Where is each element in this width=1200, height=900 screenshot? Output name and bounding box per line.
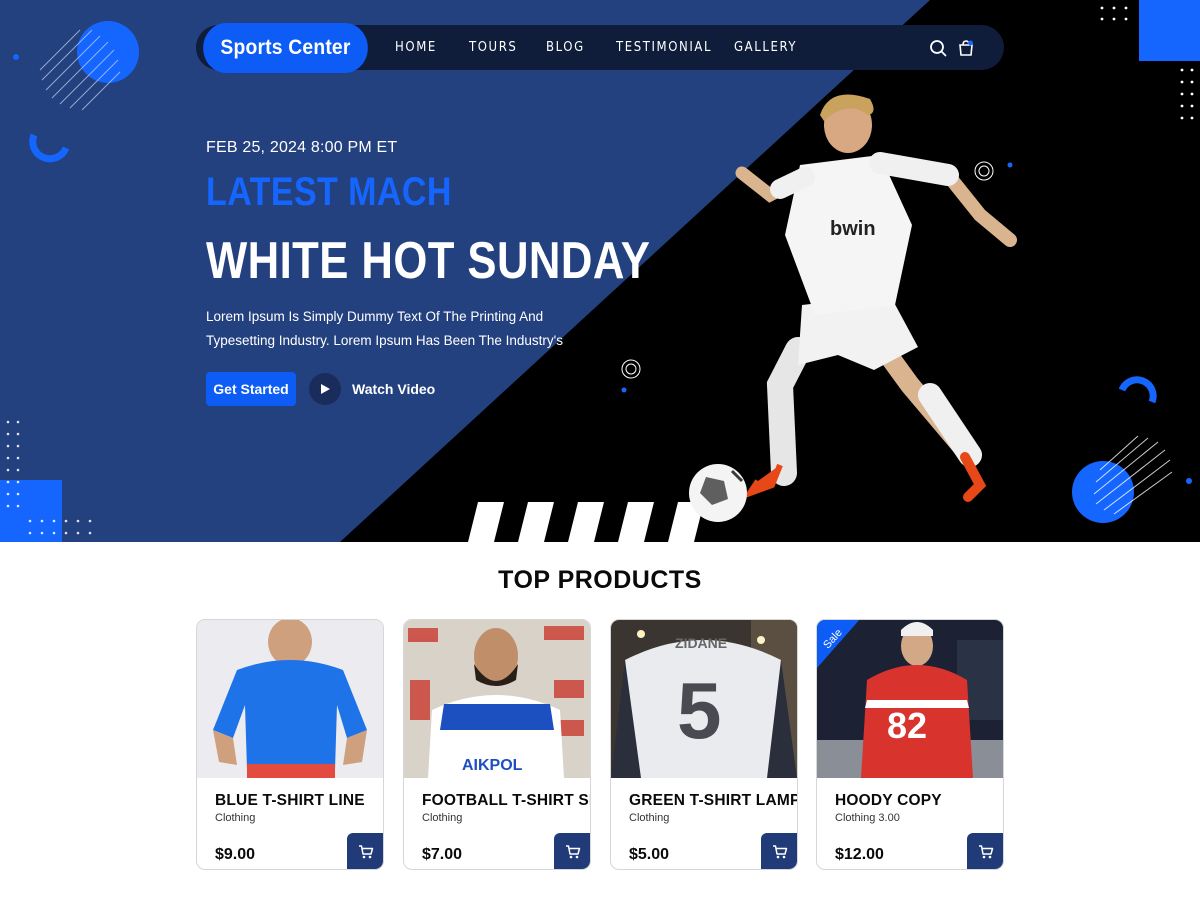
add-to-cart-button[interactable] bbox=[554, 833, 590, 869]
product-name: HOODY COPY bbox=[835, 792, 942, 809]
cart-icon bbox=[772, 844, 787, 858]
nav-tours[interactable]: TOURS bbox=[469, 40, 517, 55]
product-image bbox=[197, 620, 383, 778]
product-name: FOOTBALL T-SHIRT SPAIN bbox=[422, 792, 590, 809]
svg-text:82: 82 bbox=[887, 705, 927, 746]
add-to-cart-button[interactable] bbox=[761, 833, 797, 869]
section-title: TOP PRODUCTS bbox=[498, 566, 702, 594]
product-card[interactable]: 82 Sale HOODY COPY Clothing 3.00 $12.00 bbox=[816, 619, 1004, 870]
cart-icon bbox=[358, 844, 373, 858]
product-category: Clothing bbox=[629, 812, 670, 824]
hero-headline: WHITE HOT SUNDAY bbox=[206, 232, 651, 290]
svg-text:ZIDANE: ZIDANE bbox=[675, 635, 727, 651]
product-price: $5.00 bbox=[629, 846, 670, 863]
svg-text:bwin: bwin bbox=[830, 218, 876, 240]
product-name: GREEN T-SHIRT LAMP bbox=[629, 792, 798, 809]
nav-blog[interactable]: BLOG bbox=[546, 40, 585, 55]
product-name: BLUE T-SHIRT LINE bbox=[215, 792, 365, 809]
product-price: $9.00 bbox=[215, 846, 256, 863]
cart-icon[interactable] bbox=[957, 39, 975, 57]
hero-eyebrow: LATEST MACH bbox=[206, 170, 452, 214]
product-card[interactable]: BLUE T-SHIRT LINE Clothing $9.00 bbox=[196, 619, 384, 870]
nav-testimonial[interactable]: TESTIMONIAL bbox=[616, 40, 712, 55]
hero-description: Lorem Ipsum Is Simply Dummy Text Of The … bbox=[206, 309, 563, 348]
cart-icon bbox=[978, 844, 993, 858]
product-category: Clothing 3.00 bbox=[835, 812, 900, 824]
football-player-image: bwin bbox=[689, 94, 1017, 522]
product-category: Clothing bbox=[422, 812, 463, 824]
site-logo[interactable]: Sports Center bbox=[203, 23, 368, 73]
product-price: $7.00 bbox=[422, 846, 463, 863]
sale-badge: Sale bbox=[817, 620, 886, 689]
add-to-cart-button[interactable] bbox=[967, 833, 1003, 869]
search-icon[interactable] bbox=[929, 39, 947, 57]
svg-text:AIKPOL: AIKPOL bbox=[462, 757, 523, 774]
product-price: $12.00 bbox=[835, 846, 884, 863]
cart-icon bbox=[565, 844, 580, 858]
product-image: AIKPOL bbox=[404, 620, 590, 778]
watch-video-link[interactable]: Watch Video bbox=[352, 381, 435, 397]
product-category: Clothing bbox=[215, 812, 256, 824]
product-card[interactable]: ZIDANE 5 GREEN T-SHIRT LAMP Clothing $5.… bbox=[610, 619, 798, 870]
nav-gallery[interactable]: GALLERY bbox=[734, 40, 797, 55]
product-card[interactable]: AIKPOL FOOTBALL T-SHIRT SPAIN Clothing $… bbox=[403, 619, 591, 870]
event-date: FEB 25, 2024 8:00 PM ET bbox=[206, 139, 398, 156]
add-to-cart-button[interactable] bbox=[347, 833, 383, 869]
get-started-button[interactable]: Get Started bbox=[206, 372, 296, 406]
nav-home[interactable]: HOME bbox=[395, 40, 437, 55]
play-video-button[interactable] bbox=[309, 373, 341, 405]
play-icon bbox=[321, 384, 330, 394]
svg-text:5: 5 bbox=[677, 666, 722, 755]
hero-banner: bwin Sports Center HOME TOURS BLOG TESTI… bbox=[0, 0, 1200, 542]
product-image: ZIDANE 5 bbox=[611, 620, 797, 778]
